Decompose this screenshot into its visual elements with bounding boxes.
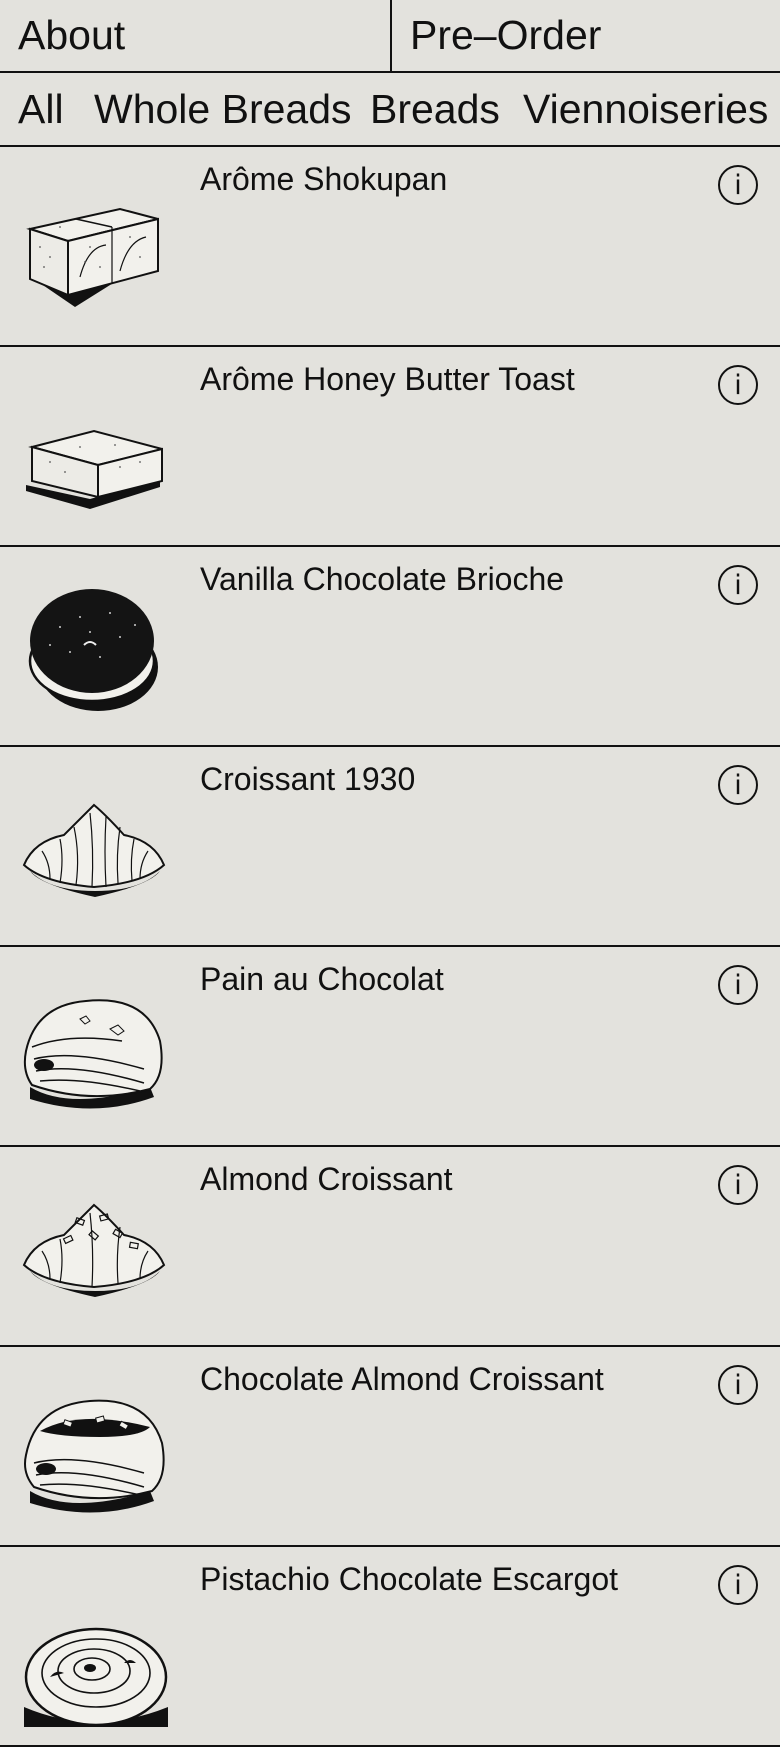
butter-toast-icon xyxy=(20,367,170,527)
shokupan-loaf-icon xyxy=(20,167,170,327)
product-name: Croissant 1930 xyxy=(200,761,416,797)
chocolate-brioche-icon xyxy=(20,567,170,727)
info-icon[interactable]: i xyxy=(718,165,758,205)
escargot-pastry-icon xyxy=(20,1567,170,1737)
product-row[interactable]: Pistachio Chocolate Escargot i xyxy=(0,1547,780,1747)
about-link[interactable]: About xyxy=(18,0,125,71)
product-row[interactable]: Chocolate Almond Croissant i xyxy=(0,1347,780,1547)
filter-whole-breads[interactable]: Whole Breads xyxy=(94,73,352,145)
preorder-link[interactable]: Pre–Order xyxy=(410,0,601,71)
product-row[interactable]: Pain au Chocolat i xyxy=(0,947,780,1147)
product-name: Chocolate Almond Croissant xyxy=(200,1361,604,1397)
almond-croissant-icon xyxy=(20,1167,170,1327)
product-row[interactable]: Arôme Honey Butter Toast i xyxy=(0,347,780,547)
croissant-icon xyxy=(20,767,170,927)
category-filter-bar: All Whole Breads Breads Viennoiseries xyxy=(0,73,780,147)
product-row[interactable]: Arôme Shokupan i xyxy=(0,147,780,347)
info-icon[interactable]: i xyxy=(718,765,758,805)
filter-all[interactable]: All xyxy=(18,73,64,145)
product-row[interactable]: Vanilla Chocolate Brioche i xyxy=(0,547,780,747)
info-icon[interactable]: i xyxy=(718,1565,758,1605)
product-row[interactable]: Almond Croissant i xyxy=(0,1147,780,1347)
info-icon[interactable]: i xyxy=(718,1365,758,1405)
product-name: Vanilla Chocolate Brioche xyxy=(200,561,565,597)
info-icon[interactable]: i xyxy=(718,365,758,405)
product-name: Pistachio Chocolate Escargot xyxy=(200,1561,618,1597)
product-name: Arôme Shokupan xyxy=(200,161,448,197)
info-icon[interactable]: i xyxy=(718,965,758,1005)
info-icon[interactable]: i xyxy=(718,565,758,605)
top-navigation: About Pre–Order xyxy=(0,0,780,73)
filter-viennoiseries[interactable]: Viennoiseries xyxy=(523,73,768,145)
info-icon[interactable]: i xyxy=(718,1165,758,1205)
nav-divider xyxy=(390,0,392,71)
product-row[interactable]: Croissant 1930 i xyxy=(0,747,780,947)
product-name: Arôme Honey Butter Toast xyxy=(200,361,575,397)
product-name: Pain au Chocolat xyxy=(200,961,444,997)
chocolate-almond-croissant-icon xyxy=(20,1367,170,1527)
filter-breads[interactable]: Breads xyxy=(370,73,500,145)
pain-au-chocolat-icon xyxy=(20,967,170,1127)
product-name: Almond Croissant xyxy=(200,1161,453,1197)
